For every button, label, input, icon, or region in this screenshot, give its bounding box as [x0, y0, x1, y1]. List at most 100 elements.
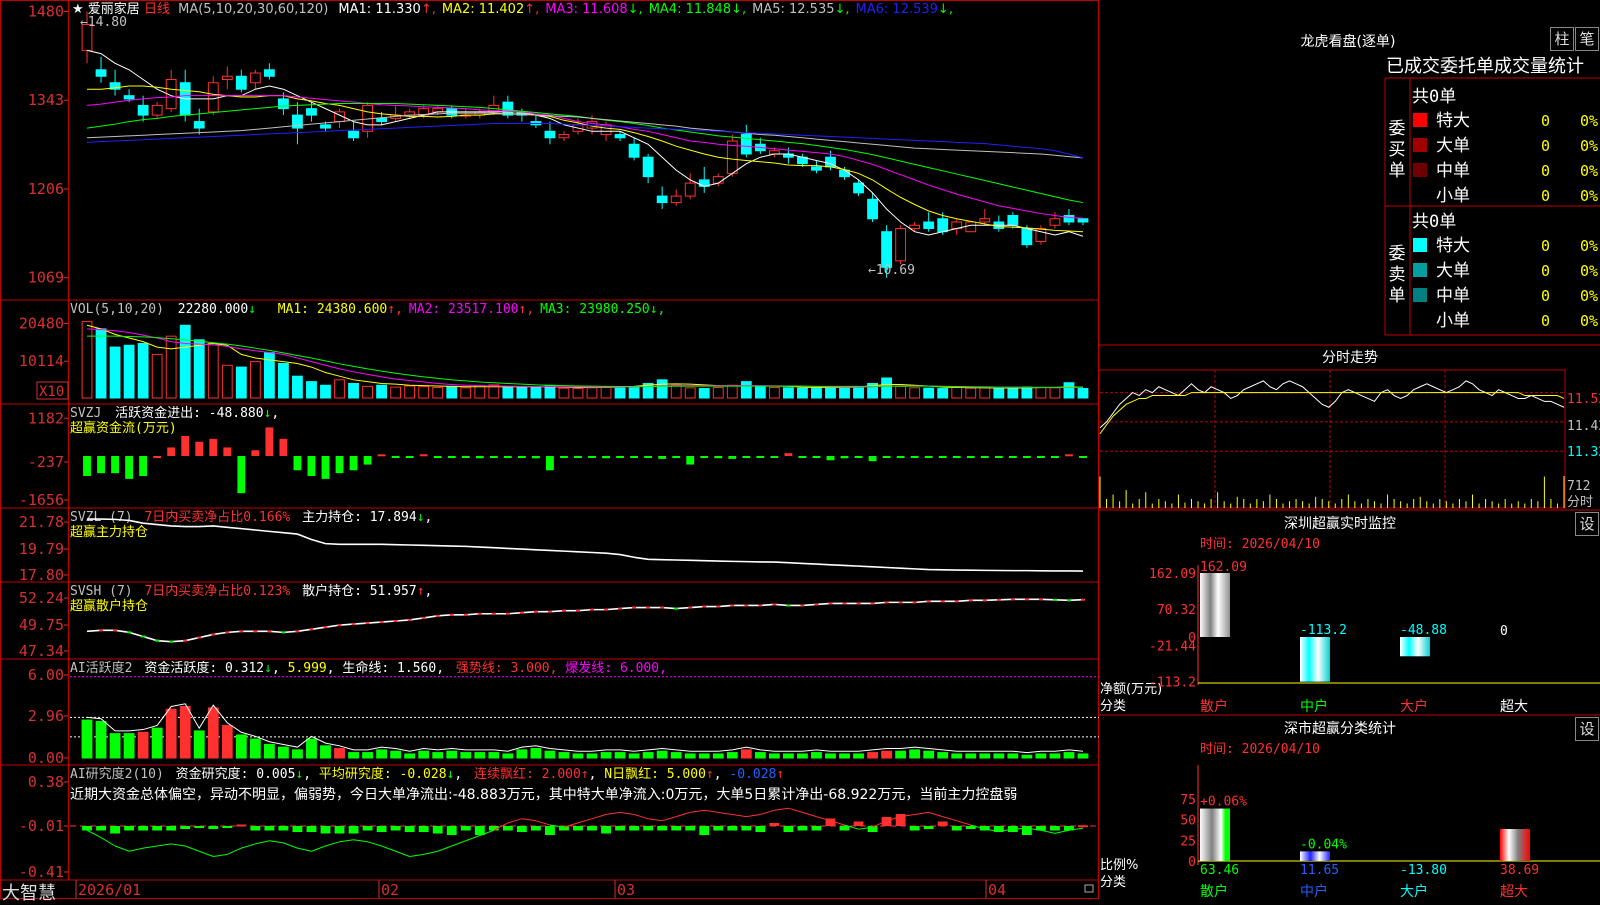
ai2-line-seg [451, 840, 466, 847]
svsh-dot [449, 613, 454, 616]
svzj-bar [938, 456, 947, 458]
ai2-line-seg [409, 853, 424, 857]
ai1-bar [516, 749, 528, 759]
ai1-bar [909, 749, 921, 759]
sz-class-xlabel: 分类 [1100, 875, 1126, 890]
sz-class-time: 时间: 2026/04/10 [1200, 742, 1320, 757]
svsh-dot [169, 640, 174, 643]
ai2-line-seg [255, 840, 270, 845]
ai1-bar [965, 753, 977, 759]
svzj-bar [223, 447, 232, 456]
intraday-price [1099, 380, 1565, 429]
candle-body [1077, 218, 1089, 223]
ai2-bar [502, 826, 513, 831]
ai2-line-seg [437, 845, 452, 852]
date-label: 2026/01 [78, 881, 141, 899]
ai2-line-seg [914, 811, 929, 815]
svzj-bar [896, 456, 905, 458]
ai2-line-seg [269, 840, 284, 844]
ai1-bar [362, 752, 373, 759]
ai2-line-seg [171, 843, 186, 847]
ai2-line-seg [928, 811, 943, 818]
ai1-bar [768, 753, 780, 759]
ai2-bar [404, 826, 415, 832]
svsh-dot [141, 635, 146, 638]
sz-monitor-settings-button[interactable]: 设 [1575, 512, 1599, 536]
svzj-bar [181, 436, 190, 456]
volume-bar [306, 381, 317, 399]
ai2-line-seg [157, 843, 172, 847]
sz-monitor-chart: 162.09 70.32 0 -21.44 -113.2 162.09 散户 -113.2 中户… [1149, 560, 1600, 715]
ai2-line-seg [241, 843, 256, 849]
volume-bar [207, 342, 219, 399]
svsh-dot [435, 614, 440, 617]
svsh-dot [688, 606, 693, 609]
ai1-bar [404, 753, 416, 759]
szc-top-label: +0.06% [1200, 795, 1247, 810]
volume-bar [249, 361, 261, 399]
ai2-bar [853, 821, 864, 826]
svsh-dot [155, 639, 160, 642]
svzj-bar [307, 456, 316, 476]
tick-mode-button[interactable]: 笔 [1575, 27, 1599, 51]
ai2-line-seg [802, 811, 817, 818]
ai2-bar [138, 826, 149, 831]
ai2-bar [923, 826, 934, 829]
ai2-line-seg [86, 829, 102, 839]
svsh-dot [99, 629, 104, 632]
lhb-sell-section: 共0单委卖单 特大 0 0% 大单 0 0% 中单 0 0% 小单 0 0% [1389, 212, 1599, 331]
candle-body [151, 104, 163, 116]
svsh-dot [1080, 598, 1085, 601]
vol-axis: 20480 10114 [19, 315, 68, 370]
ai1-bar [867, 752, 878, 759]
ai1-bar [782, 753, 794, 759]
volume-bar [825, 386, 836, 399]
szm-category: 中户 [1300, 698, 1328, 715]
candle-body [348, 130, 359, 139]
ai2-line-seg [718, 811, 733, 815]
price-tick: 1343 [28, 91, 64, 109]
svzj-bar [503, 456, 512, 458]
ai2-line-seg [662, 816, 677, 822]
intraday-tick: 11.42 [1567, 419, 1600, 434]
bar-mode-button[interactable]: 柱 [1550, 27, 1574, 51]
intraday-avg [1099, 392, 1565, 434]
ai2-bar [236, 824, 247, 827]
svzj-bar [433, 456, 442, 458]
volume-bar [670, 384, 682, 399]
ai1-bar [895, 750, 907, 759]
svzj-bar [924, 456, 933, 458]
ai2-line-seg [521, 818, 536, 822]
volume-bar [137, 342, 149, 399]
svzj-bar [1079, 456, 1087, 458]
svsh-dot [295, 630, 300, 633]
ai2-line-seg [100, 837, 116, 847]
volume-bar [684, 387, 696, 399]
sz-monitor-title: 深圳超赢实时监控 [1284, 515, 1396, 532]
intraday-vol-label: 712 [1567, 479, 1590, 494]
volume-bar [797, 387, 808, 399]
ai2-bar [348, 826, 359, 834]
svsh-dot [519, 611, 524, 614]
candle-body [839, 169, 850, 178]
svzj-bar [574, 456, 582, 458]
svsh-dot [856, 602, 861, 605]
szc-tick: 75 [1180, 793, 1196, 808]
svzj-sub: 超赢资金流(万元) [70, 420, 177, 436]
svsh-dot [463, 613, 468, 616]
ai1-bar [235, 734, 247, 759]
ai2-bar [432, 826, 443, 834]
svsh-dot [828, 602, 833, 605]
ai2-bar [671, 826, 682, 831]
ai1-bar [923, 750, 935, 759]
sz-class-settings-button[interactable]: 设 [1575, 717, 1599, 741]
svsh-dot [225, 631, 230, 634]
volume-bar [572, 388, 584, 399]
ai2-line-seg [732, 814, 747, 818]
ai1-bar [993, 753, 1005, 759]
svsh-dot [183, 639, 188, 642]
svzl-line [87, 518, 1083, 572]
svsh-dot [814, 603, 819, 606]
svsh-dot [786, 604, 791, 607]
ai1-bar [726, 752, 738, 759]
